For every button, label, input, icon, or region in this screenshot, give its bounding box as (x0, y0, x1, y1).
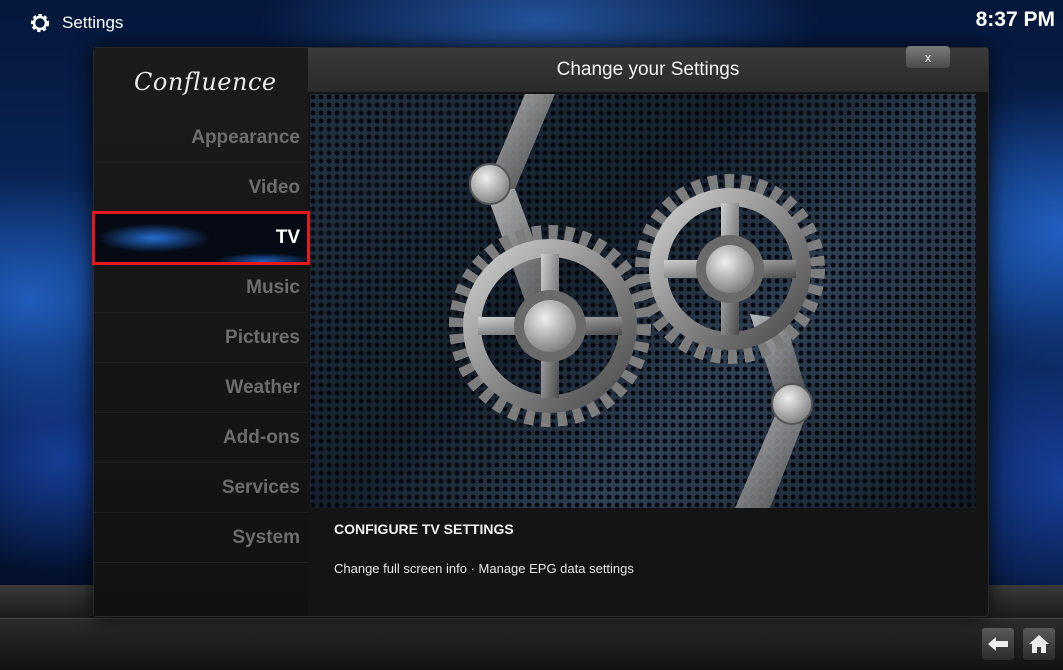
home-icon (1029, 635, 1049, 653)
clock: 8:37 PM (975, 8, 1055, 31)
settings-menu: Appearance Video TV Music Pictures Weath… (92, 113, 310, 563)
menu-item-music[interactable]: Music (94, 263, 308, 313)
window-title: Settings (28, 8, 123, 38)
home-button[interactable] (1023, 628, 1055, 660)
menu-item-tv[interactable]: TV (92, 211, 310, 265)
dialog-header: Change your Settings x (308, 46, 988, 92)
settings-artwork (310, 94, 976, 508)
bottom-bar (0, 618, 1063, 670)
confluence-logo: Confluence (134, 68, 277, 96)
menu-item-system[interactable]: System (94, 513, 308, 563)
menu-item-appearance[interactable]: Appearance (94, 113, 308, 163)
back-arrow-icon (988, 637, 1008, 651)
menu-item-weather[interactable]: Weather (94, 363, 308, 413)
gears-illustration (449, 94, 825, 508)
gear-icon (30, 13, 50, 33)
close-icon: x (924, 49, 932, 65)
dialog-title: Change your Settings (556, 59, 740, 80)
menu-item-pictures[interactable]: Pictures (94, 313, 308, 363)
back-button[interactable] (982, 628, 1014, 660)
sidebar: Confluence Appearance Video TV Music Pic… (92, 48, 310, 616)
close-button[interactable]: x (906, 46, 950, 68)
settings-dialog: Confluence Appearance Video TV Music Pic… (92, 46, 989, 617)
info-title: CONFIGURE TV SETTINGS (334, 521, 514, 537)
menu-item-video[interactable]: Video (94, 163, 308, 213)
menu-item-services[interactable]: Services (94, 463, 308, 513)
menu-item-add-ons[interactable]: Add-ons (94, 413, 308, 463)
window-title-text: Settings (62, 13, 124, 32)
info-description: Change full screen info · Manage EPG dat… (334, 561, 634, 576)
